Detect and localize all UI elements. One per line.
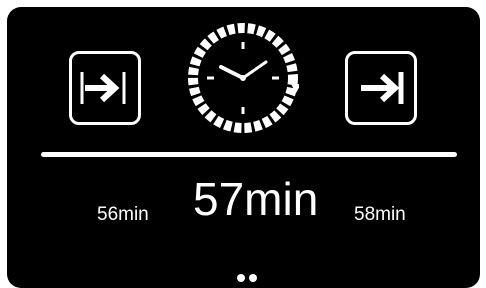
- page-dot: [249, 274, 257, 282]
- page-indicator: [237, 269, 261, 287]
- previous-duration-option[interactable]: 56min: [97, 204, 149, 226]
- selected-duration[interactable]: 57min: [193, 172, 318, 226]
- divider: [41, 152, 457, 157]
- clock-icon: [188, 23, 299, 133]
- next-button[interactable]: [345, 51, 417, 125]
- previous-button[interactable]: [69, 51, 141, 125]
- arrow-to-bar-icon: [80, 72, 126, 104]
- page-dot: [237, 274, 245, 282]
- device-screen: 56min 57min 58min: [7, 7, 480, 288]
- arrow-to-bar-icon: [361, 72, 404, 104]
- next-duration-option[interactable]: 58min: [354, 204, 406, 226]
